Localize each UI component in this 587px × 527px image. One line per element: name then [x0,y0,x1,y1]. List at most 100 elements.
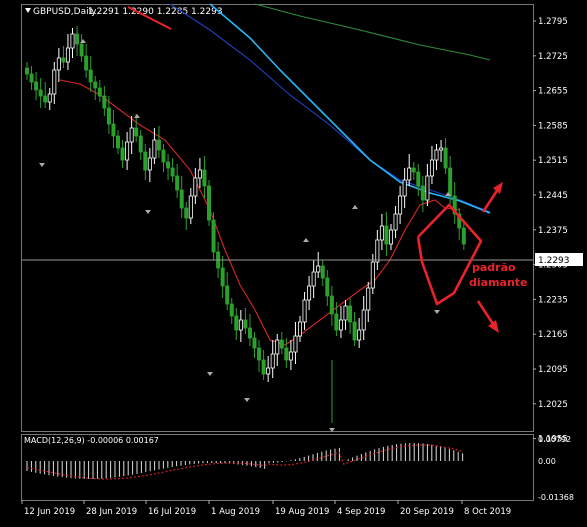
date-tick-label: 12 Jun 2019 [24,507,75,517]
candle-body [111,123,116,137]
candle-body [161,149,166,163]
candle-body [348,305,353,323]
candle-body [402,179,407,197]
candle-body [247,327,252,339]
price-tick-label: 1.2445 [538,191,568,201]
candle-body [184,207,189,219]
candle-body [279,339,284,349]
candle-body [398,195,403,215]
candle-body [411,167,416,173]
macd-scale-top: 0.00792 [538,435,571,444]
price-tick-label: 1.2095 [538,365,568,375]
candle-body [120,147,125,161]
candle-body [439,147,444,151]
candle-body [393,213,398,231]
candle-body [52,69,57,95]
candle-body [116,135,121,149]
price-tick-label: 1.2235 [538,295,568,305]
candle-body [425,175,430,201]
price-tick-label: 1.2655 [538,87,568,97]
candle-body [197,169,202,179]
candle-body [47,93,52,103]
candle-body [211,219,216,253]
candle-body [284,347,289,361]
candle-body [320,265,325,279]
candle-body [56,57,61,71]
candle-body [316,265,321,273]
candle-body [106,107,111,125]
candle-body [275,339,280,355]
date-tick-label: 4 Sep 2019 [337,507,385,517]
price-tick-label: 1.2515 [538,156,568,166]
candle-body [147,157,152,171]
candle-body [84,55,89,71]
trading-chart-window[interactable]: GBPUSD,Daily 1.2291 1.2290 1.2285 1.2293… [0,0,587,527]
candle-body [384,225,389,245]
candle-body [43,95,48,103]
candle-body [29,73,34,83]
candle-body [38,89,43,97]
candle-body [266,367,271,375]
candle-body [297,321,302,337]
candle-body [270,353,275,369]
candle-body [134,127,139,137]
candle-body [24,67,29,75]
candle-body [443,147,448,169]
price-tick-label: 1.2165 [538,330,568,340]
candle-body [338,319,343,331]
candle-body [93,81,98,89]
candle-body [75,33,80,45]
candle-body [65,47,70,63]
candle-body [238,319,243,331]
candle-body [357,329,362,341]
candle-body [302,299,307,323]
candle-body [252,337,257,349]
candle-body [407,167,412,181]
candle-body [370,261,375,289]
candle-body [166,161,171,169]
macd-label: MACD(12,26,9) -0.00006 0.00167 [24,436,159,445]
candle-body [220,267,225,287]
candle-body [434,149,439,161]
candle-body [461,227,466,245]
candle-body [388,229,393,245]
candle-body [34,81,39,91]
candle-body [366,287,371,311]
candle-body [261,359,266,375]
candle-body [206,185,211,221]
date-tick-label: 1 Aug 2019 [211,507,260,517]
price-tick-label: 1.2375 [538,226,568,236]
candle-body [61,57,66,63]
candle-body [97,87,102,97]
candle-body [79,43,84,57]
candle-body [293,335,298,353]
candle-body [129,127,134,143]
candle-body [361,309,366,331]
candle-body [138,135,143,153]
candle-body [156,139,161,151]
candle-body [307,285,312,301]
candle-body [152,139,157,159]
price-tick-label: 1.2585 [538,121,568,131]
candle-body [416,171,421,187]
candle-body [170,167,175,177]
ohlc-values: 1.2291 1.2290 1.2285 1.2293 [88,7,223,17]
candle-body [229,303,234,317]
macd-scale-bottom: -0.01368 [538,493,574,502]
candle-body [143,151,148,171]
candle-body [193,177,198,197]
annotation-line1: padrão [472,261,516,274]
price-tick-label: 1.2725 [538,52,568,62]
annotation-line2: diamante [469,276,528,289]
price-tick-label: 1.2025 [538,400,568,410]
candle-body [329,295,334,315]
candle-body [188,195,193,219]
candle-body [179,189,184,209]
candle-body [343,305,348,321]
candle-body [420,185,425,201]
candle-body [70,33,75,49]
candle-body [311,271,316,287]
candle-body [288,351,293,361]
candle-body [375,239,380,263]
candle-body [257,347,262,361]
